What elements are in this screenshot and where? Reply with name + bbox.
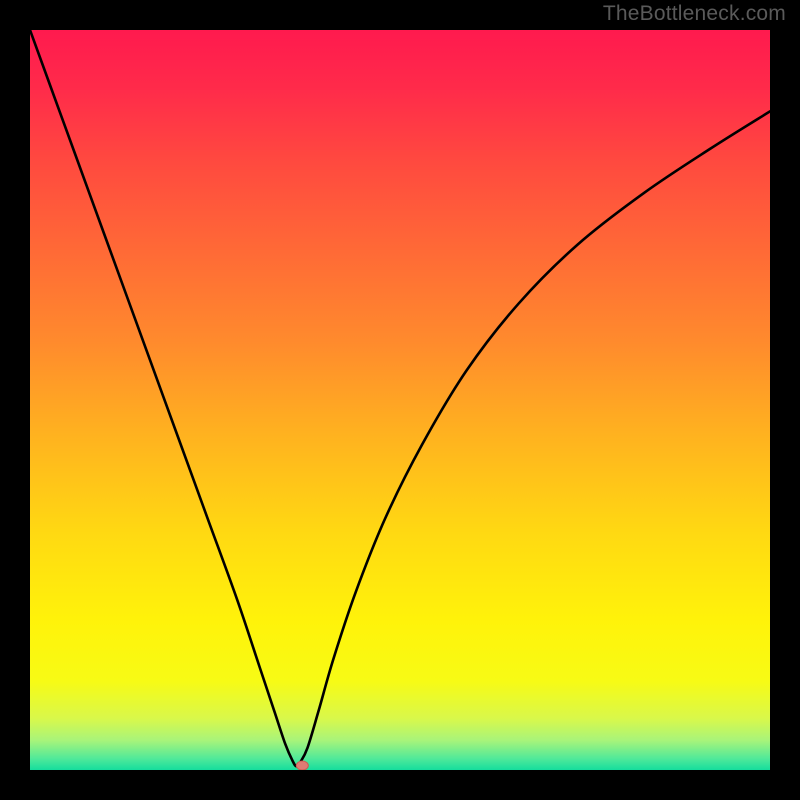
outer-frame: TheBottleneck.com bbox=[0, 0, 800, 800]
watermark-text: TheBottleneck.com bbox=[603, 2, 786, 26]
chart-background bbox=[30, 30, 770, 770]
minimum-marker bbox=[296, 761, 308, 770]
chart-svg bbox=[30, 30, 770, 770]
plot-area bbox=[30, 30, 770, 770]
